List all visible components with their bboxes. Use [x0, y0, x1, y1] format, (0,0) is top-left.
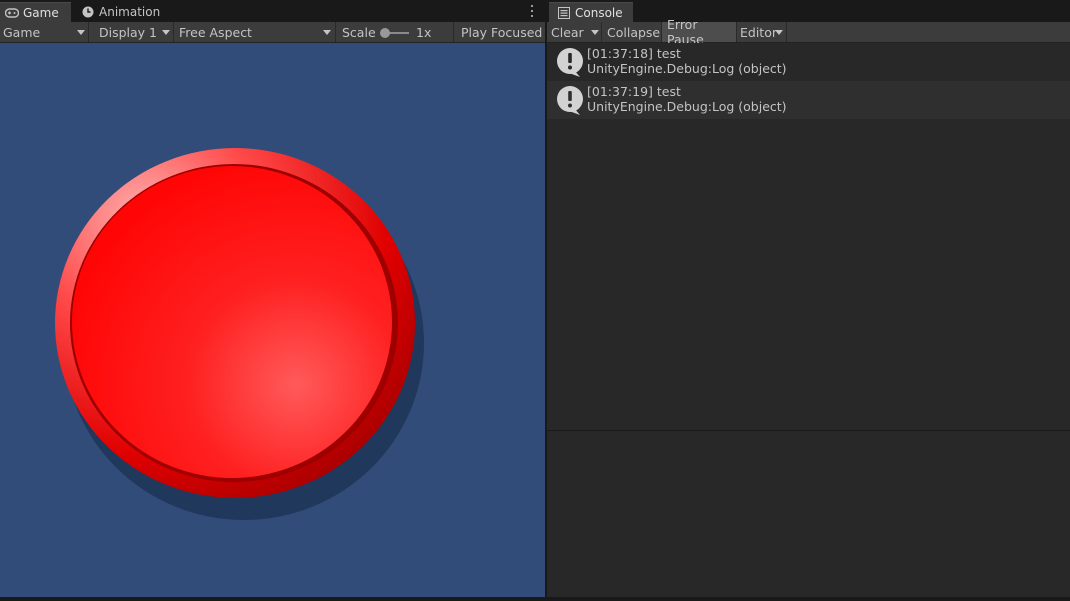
game-toolbar: Game Display 1 Free Aspect Scale 1x Play… [0, 22, 545, 43]
console-detail-area[interactable] [547, 431, 1070, 597]
clear-button[interactable]: Clear [547, 22, 584, 42]
chevron-down-icon [591, 30, 599, 35]
play-mode-label: Play Focused [461, 24, 543, 40]
list-item[interactable]: [01:37:19] test UnityEngine.Debug:Log (o… [547, 81, 1070, 119]
info-bubble-icon [556, 86, 584, 116]
log-line-1: [01:37:18] test [587, 46, 681, 61]
clear-label: Clear [551, 24, 584, 40]
tab-console[interactable]: Console [549, 2, 633, 22]
scale-label: Scale [342, 24, 376, 40]
tab-animation-label: Animation [99, 5, 161, 19]
game-viewport[interactable] [0, 43, 545, 597]
error-pause-toggle[interactable]: Error Pause [662, 17, 737, 47]
console-icon [557, 6, 571, 20]
aspect-dropdown[interactable]: Free Aspect [174, 22, 336, 42]
scale-value: 1x [416, 25, 432, 40]
game-panel: Game Animation Game Display 1 Free Aspec… [0, 0, 545, 597]
tab-game-label: Game [23, 5, 59, 20]
log-message: [01:37:18] test UnityEngine.Debug:Log (o… [587, 46, 787, 76]
unity-editor-window: Game Animation Game Display 1 Free Aspec… [0, 0, 1070, 601]
editor-label: Editor [740, 24, 777, 40]
scale-control: Scale 1x [336, 22, 454, 42]
log-line-2: UnityEngine.Debug:Log (object) [587, 61, 787, 76]
play-focused-dropdown[interactable]: Play Focused [455, 22, 545, 42]
window-bottom-edge [0, 597, 1070, 601]
clock-icon [81, 5, 95, 19]
chevron-down-icon [323, 30, 331, 35]
big-red-button-graphic[interactable] [0, 43, 545, 597]
view-mode-label: Game [3, 24, 41, 40]
log-line-1: [01:37:19] test [587, 84, 681, 99]
log-message: [01:37:19] test UnityEngine.Debug:Log (o… [587, 84, 787, 114]
tab-console-label: Console [575, 5, 623, 20]
clear-options-dropdown[interactable] [584, 22, 602, 42]
gamepad-icon [5, 6, 19, 20]
button-face [72, 166, 392, 478]
view-mode-dropdown[interactable]: Game [0, 22, 89, 42]
chevron-down-icon [162, 30, 170, 35]
collapse-toggle[interactable]: Collapse [602, 22, 662, 42]
display-dropdown[interactable]: Display 1 [90, 22, 174, 42]
tab-game[interactable]: Game [0, 2, 71, 22]
console-panel: Console Clear Collapse Error Pause Edito… [547, 0, 1070, 597]
editor-dropdown[interactable]: Editor [737, 22, 787, 42]
panel-menu-icon[interactable] [529, 3, 535, 19]
console-log-list[interactable]: [01:37:18] test UnityEngine.Debug:Log (o… [547, 43, 1070, 430]
chevron-down-icon [775, 30, 783, 35]
game-tabbar: Game Animation [0, 0, 545, 22]
console-toolbar: Clear Collapse Error Pause Editor [547, 17, 1070, 47]
collapse-label: Collapse [607, 24, 661, 40]
list-item[interactable]: [01:37:18] test UnityEngine.Debug:Log (o… [547, 43, 1070, 81]
aspect-label: Free Aspect [179, 24, 252, 40]
tab-animation[interactable]: Animation [76, 2, 166, 22]
console-tabbar: Console [547, 0, 1070, 22]
log-line-2: UnityEngine.Debug:Log (object) [587, 99, 787, 114]
display-label: Display 1 [99, 24, 158, 40]
scale-slider-handle[interactable] [380, 28, 390, 38]
chevron-down-icon [77, 30, 85, 35]
info-bubble-icon [556, 48, 584, 78]
